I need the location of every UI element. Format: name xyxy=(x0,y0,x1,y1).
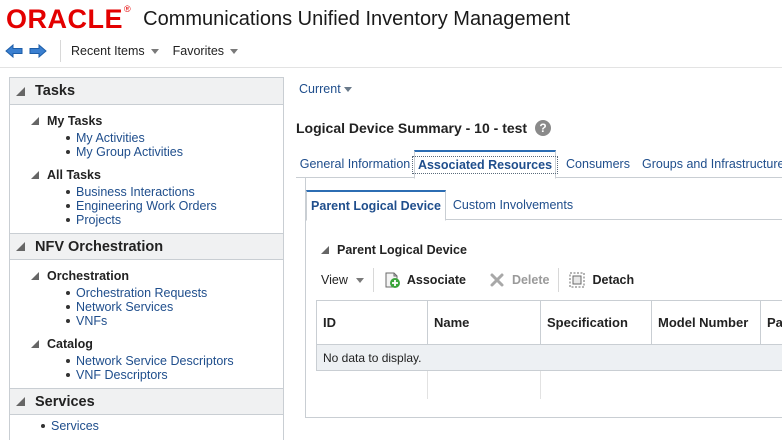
filler-cell xyxy=(540,370,652,399)
chevron-down-icon xyxy=(355,277,364,283)
collapse-triangle-icon[interactable] xyxy=(31,272,39,280)
brand-bar: ORACLE® Communications Unified Inventory… xyxy=(6,4,570,34)
toolbar-separator xyxy=(60,40,61,62)
link-services[interactable]: Services xyxy=(41,419,283,433)
orchestration-group: Orchestration Orchestration Requests Net… xyxy=(10,268,283,328)
tab-general-information[interactable]: General Information xyxy=(296,150,414,178)
link-my-activities[interactable]: My Activities xyxy=(66,131,283,145)
link-network-services[interactable]: Network Services xyxy=(66,300,283,314)
favorites-menu[interactable]: Favorites xyxy=(173,44,239,58)
global-toolbar: Recent Items Favorites xyxy=(0,38,782,64)
orchestration-header[interactable]: Orchestration xyxy=(10,268,283,284)
filler-cell xyxy=(761,371,782,399)
collapse-triangle-icon[interactable] xyxy=(16,86,25,96)
delete-x-icon xyxy=(488,271,506,289)
link-my-group-activities[interactable]: My Group Activities xyxy=(66,145,283,159)
link-vnf-descriptors[interactable]: VNF Descriptors xyxy=(66,368,283,382)
parent-logical-device-table: ID Name Specification Model Number Pa No… xyxy=(316,300,782,399)
link-network-service-descriptors[interactable]: Network Service Descriptors xyxy=(66,354,283,368)
toolbar-separator xyxy=(372,268,374,292)
parent-logical-device-header[interactable]: Parent Logical Device xyxy=(321,243,467,257)
link-business-interactions[interactable]: Business Interactions xyxy=(66,185,283,199)
subtab-parent-logical-device[interactable]: Parent Logical Device xyxy=(306,190,446,221)
column-header-id[interactable]: ID xyxy=(316,300,428,345)
associate-button[interactable]: Associate xyxy=(383,271,466,289)
my-tasks-header[interactable]: My Tasks xyxy=(10,113,283,129)
catalog-header[interactable]: Catalog xyxy=(10,336,283,352)
all-tasks-links: Business Interactions Engineering Work O… xyxy=(10,185,283,227)
main-tabs: General Information Associated Resources… xyxy=(296,150,782,179)
filler-cell xyxy=(427,370,541,399)
collapse-triangle-icon[interactable] xyxy=(31,340,39,348)
delete-button[interactable]: Delete xyxy=(488,271,549,289)
nfv-section-header[interactable]: NFV Orchestration xyxy=(10,233,283,260)
tab-groups-and-infrastructure[interactable]: Groups and Infrastructure xyxy=(642,150,782,178)
table-filler-row xyxy=(317,370,782,399)
link-projects[interactable]: Projects xyxy=(66,213,283,227)
recent-items-menu[interactable]: Recent Items xyxy=(71,44,159,58)
catalog-group: Catalog Network Service Descriptors VNF … xyxy=(10,336,283,382)
my-tasks-group: My Tasks My Activities My Group Activiti… xyxy=(10,113,283,159)
column-header-pa[interactable]: Pa xyxy=(760,300,782,345)
sub-tabs: Parent Logical Device Custom Involvement… xyxy=(306,190,782,221)
back-arrow-icon[interactable] xyxy=(4,41,24,61)
column-header-name[interactable]: Name xyxy=(427,300,541,345)
collapse-triangle-icon[interactable] xyxy=(31,117,39,125)
tasks-panel: Tasks My Tasks My Activities My Group Ac… xyxy=(9,77,284,440)
collapse-triangle-icon[interactable] xyxy=(321,246,329,254)
toolbar-separator xyxy=(558,268,560,292)
tab-consumers[interactable]: Consumers xyxy=(558,150,638,178)
collapse-triangle-icon[interactable] xyxy=(16,242,25,251)
filler-cell xyxy=(317,371,428,399)
help-icon[interactable]: ? xyxy=(535,120,552,136)
table-row: No data to display. xyxy=(316,344,782,371)
oracle-logo: ORACLE® xyxy=(6,3,132,34)
services-links: Services xyxy=(10,419,283,433)
chevron-down-icon xyxy=(150,48,159,54)
services-section-header[interactable]: Services xyxy=(10,388,283,415)
app-title: Communications Unified Inventory Managem… xyxy=(143,7,571,30)
chevron-down-icon xyxy=(230,48,239,54)
table-toolbar: View Associate Delete Detach xyxy=(315,266,782,294)
collapse-triangle-icon[interactable] xyxy=(31,171,39,179)
all-tasks-group: All Tasks Business Interactions Engineer… xyxy=(10,167,283,227)
current-menu[interactable]: Current xyxy=(299,82,352,96)
collapse-triangle-icon[interactable] xyxy=(16,397,25,406)
link-engineering-work-orders[interactable]: Engineering Work Orders xyxy=(66,199,283,213)
filler-cell xyxy=(652,371,761,399)
link-vnfs[interactable]: VNFs xyxy=(66,314,283,328)
orchestration-links: Orchestration Requests Network Services … xyxy=(10,286,283,328)
forward-arrow-icon[interactable] xyxy=(28,41,48,61)
detach-button[interactable]: Detach xyxy=(568,271,634,289)
subtab-custom-involvements[interactable]: Custom Involvements xyxy=(450,190,576,220)
header-divider xyxy=(0,67,782,68)
view-menu[interactable]: View xyxy=(321,273,364,287)
column-header-specification[interactable]: Specification xyxy=(540,300,652,345)
my-tasks-links: My Activities My Group Activities xyxy=(10,131,283,159)
page-title: Logical Device Summary - 10 - test ? xyxy=(296,120,552,136)
column-header-model-number[interactable]: Model Number xyxy=(651,300,761,345)
catalog-links: Network Service Descriptors VNF Descript… xyxy=(10,354,283,382)
empty-table-message: No data to display. xyxy=(316,344,782,371)
link-orchestration-requests[interactable]: Orchestration Requests xyxy=(66,286,283,300)
tasks-section-header[interactable]: Tasks xyxy=(10,78,283,105)
table-header-row: ID Name Specification Model Number Pa xyxy=(316,300,782,345)
detach-icon xyxy=(568,271,586,289)
chevron-down-icon xyxy=(343,86,352,92)
all-tasks-header[interactable]: All Tasks xyxy=(10,167,283,183)
add-document-icon xyxy=(383,271,401,289)
tab-associated-resources[interactable]: Associated Resources xyxy=(411,150,559,179)
